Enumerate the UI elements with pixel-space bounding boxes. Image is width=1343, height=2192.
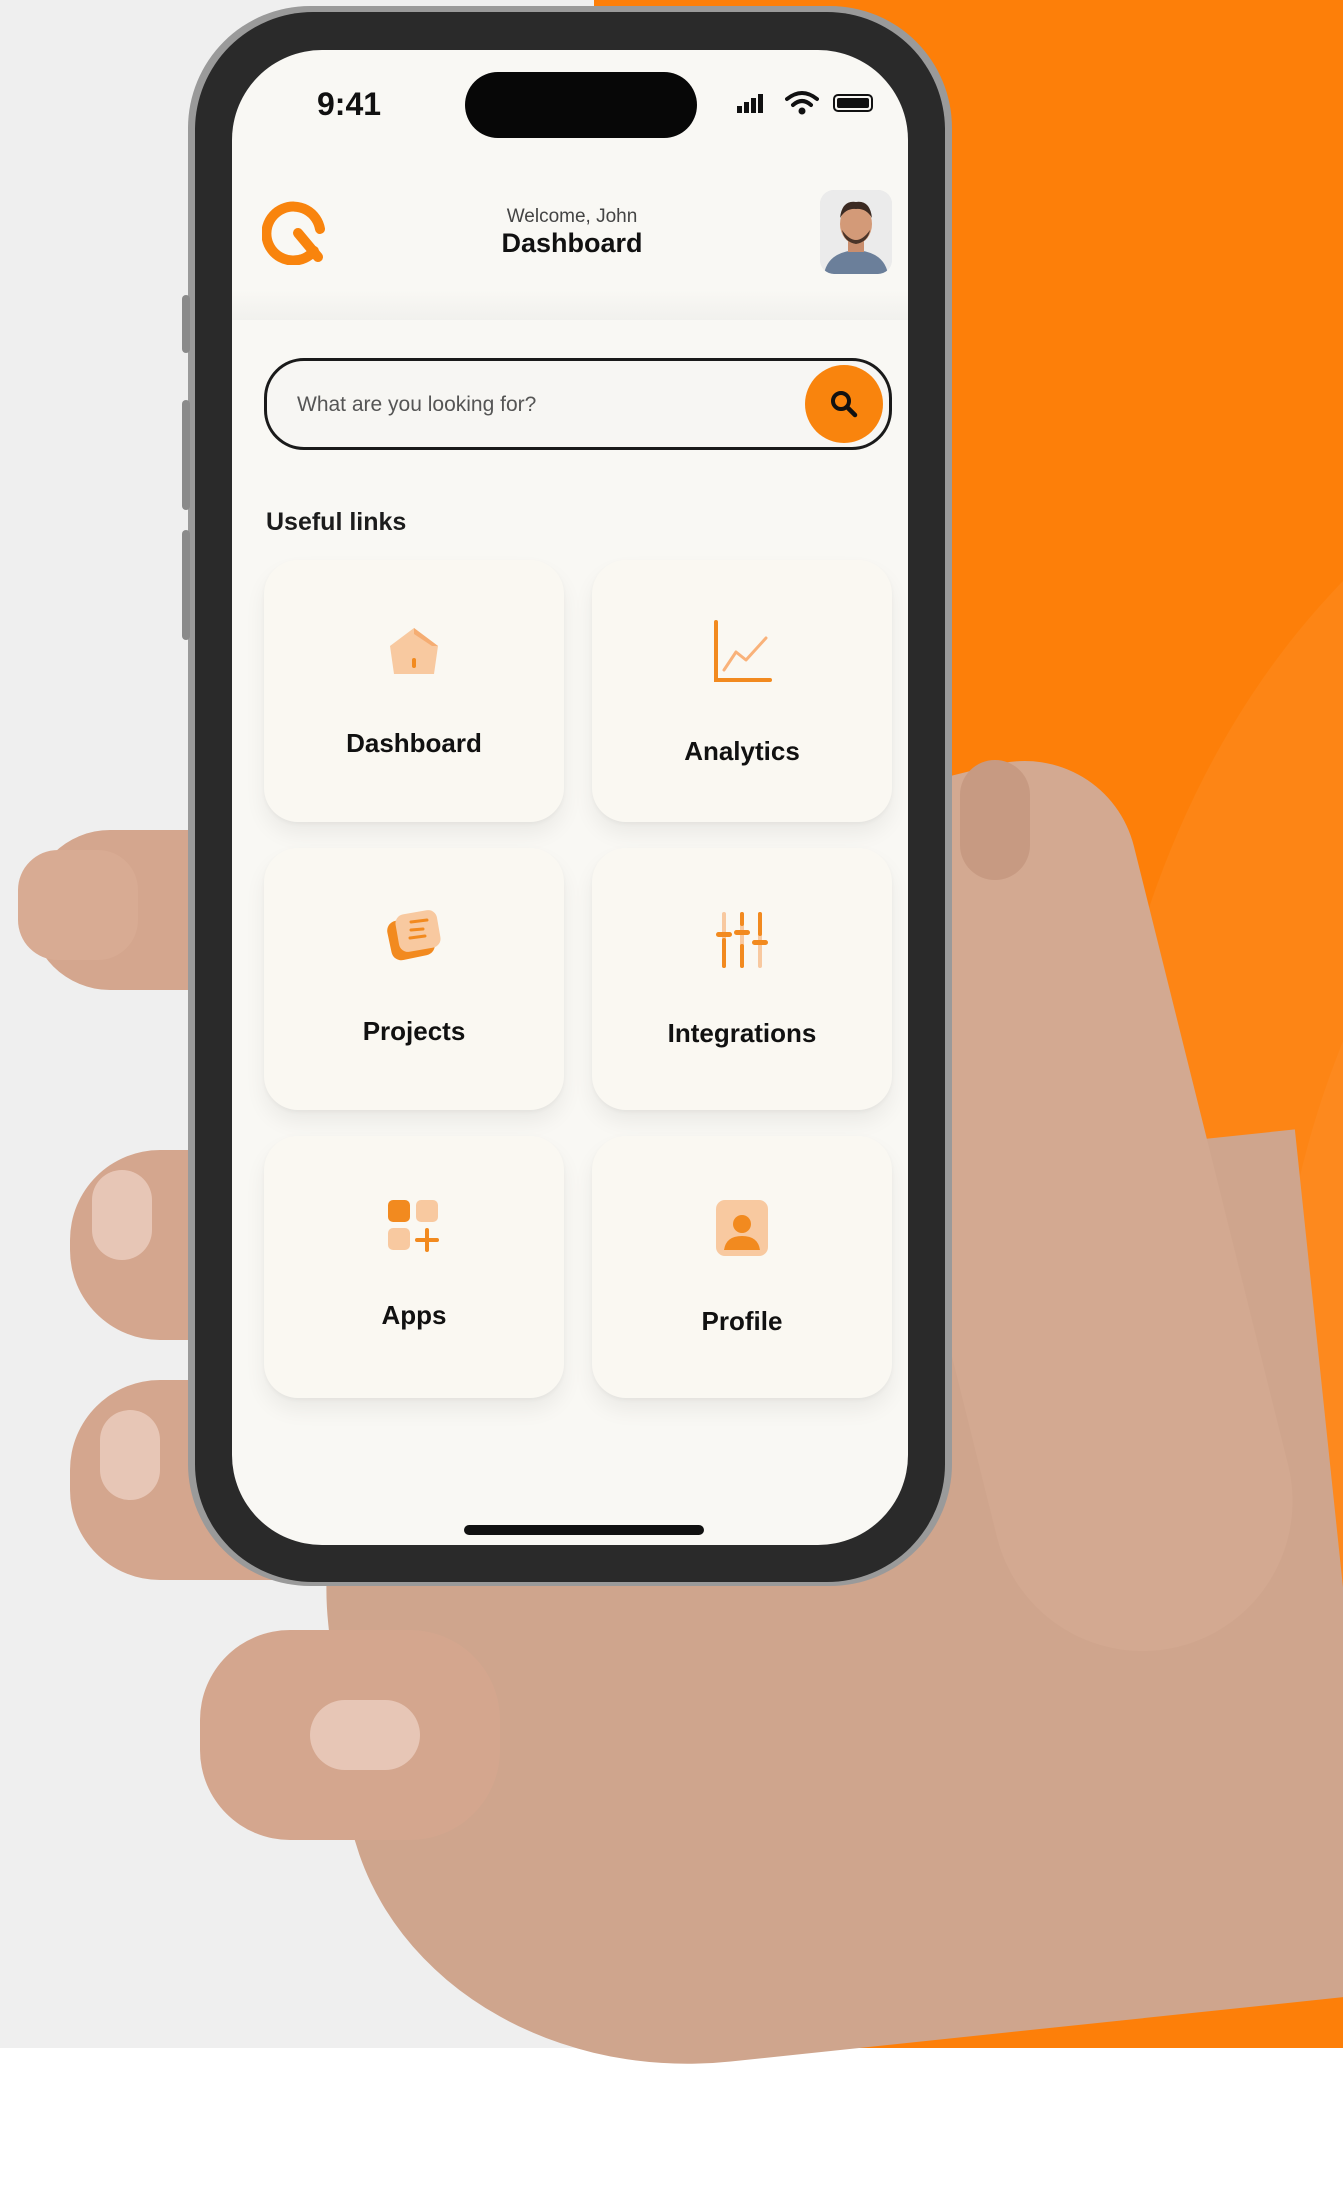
status-time: 9:41 — [317, 86, 382, 122]
sliders-icon — [592, 910, 892, 970]
profile-icon — [592, 1198, 892, 1258]
phone-screen: 9:41 Welcome, John Dashboard What are yo… — [232, 50, 908, 1545]
link-card-label: Projects — [362, 1016, 466, 1046]
link-card-dashboard[interactable]: Dashboard — [264, 560, 564, 822]
fingernail — [310, 1700, 420, 1770]
welcome-text: Welcome, John — [506, 206, 638, 227]
section-title-useful-links: Useful links — [266, 508, 407, 536]
avatar[interactable] — [820, 190, 892, 274]
link-card-profile[interactable]: Profile — [592, 1136, 892, 1398]
link-card-label: Dashboard — [346, 728, 482, 758]
cellular-signal-icon — [737, 94, 765, 113]
fingernail — [92, 1170, 152, 1260]
home-indicator[interactable] — [464, 1525, 704, 1535]
link-card-integrations[interactable]: Integrations — [592, 848, 892, 1110]
q-logo-icon[interactable] — [261, 195, 332, 270]
wifi-icon — [785, 90, 819, 121]
projects-icon — [264, 904, 564, 964]
phone-volume-button — [182, 530, 190, 640]
link-card-label: Analytics — [684, 736, 800, 766]
fingernail — [100, 1410, 160, 1500]
phone-side-button — [182, 295, 190, 353]
link-card-apps[interactable]: Apps — [264, 1136, 564, 1398]
search-icon — [831, 391, 858, 418]
link-card-projects[interactable]: Projects — [264, 848, 564, 1110]
phone-volume-button — [182, 400, 190, 510]
home-icon — [264, 622, 564, 682]
link-card-analytics[interactable]: Analytics — [592, 560, 892, 822]
search-bar — [264, 358, 892, 450]
link-card-label: Integrations — [667, 1018, 817, 1048]
page-title: Dashboard — [501, 228, 643, 258]
search-input[interactable] — [295, 385, 759, 425]
battery-icon — [833, 94, 873, 112]
search-button[interactable] — [805, 365, 883, 443]
dynamic-island — [465, 72, 697, 138]
finger-tip — [18, 850, 138, 960]
thumb-tip — [960, 760, 1030, 880]
header-divider — [232, 290, 908, 320]
apps-grid-icon — [264, 1196, 564, 1256]
chart-line-icon — [592, 618, 892, 686]
link-card-label: Apps — [381, 1300, 447, 1330]
link-card-label: Profile — [701, 1306, 783, 1336]
